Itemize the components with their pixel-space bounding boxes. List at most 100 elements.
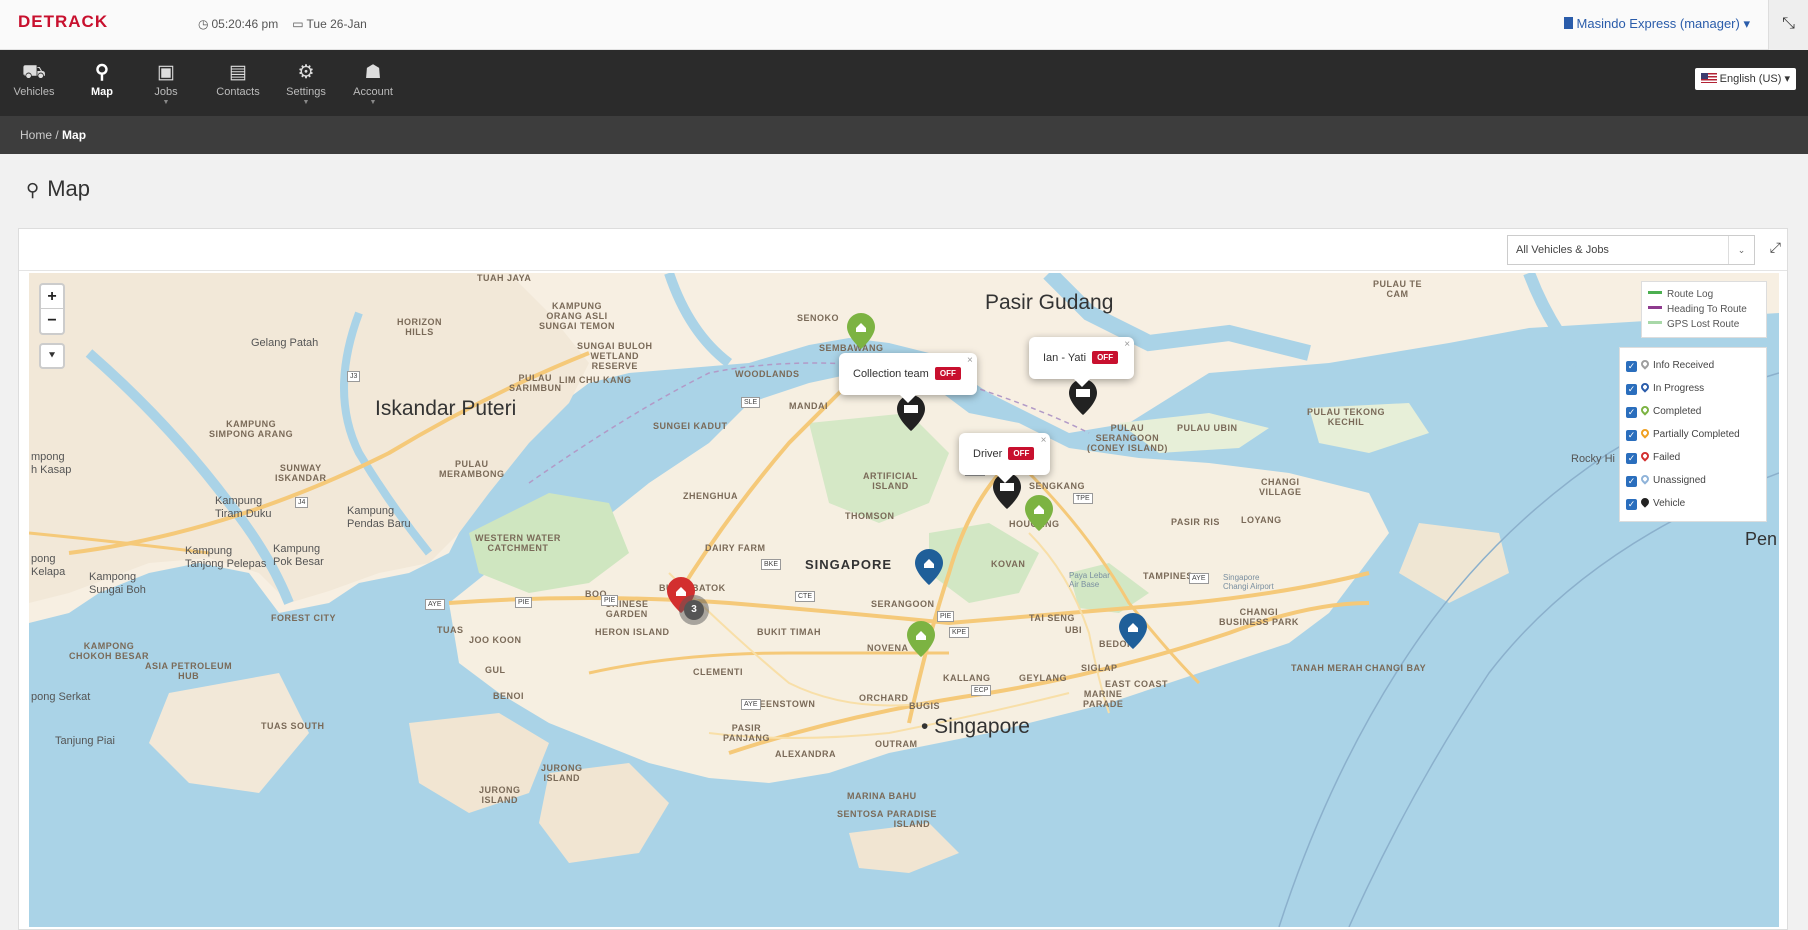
legend-row: Route Log bbox=[1648, 287, 1760, 302]
district-label: TANAH MERAH bbox=[1291, 663, 1363, 673]
map-label-pong-kelapa: pong Kelapa bbox=[31, 553, 66, 578]
district-label: LOYANG bbox=[1241, 515, 1282, 525]
map-label-pasir-gudang: Pasir Gudang bbox=[985, 291, 1114, 314]
account-menu[interactable]: Masindo Express (manager) ▾ bbox=[1563, 16, 1750, 32]
marker-in-progress[interactable] bbox=[915, 549, 943, 585]
checkbox[interactable]: ✓ bbox=[1626, 476, 1637, 487]
nav-vehicles[interactable]: ⛟ Vehicles bbox=[0, 50, 68, 116]
vehicle-job-filter[interactable]: All Vehicles & Jobs ⌄ bbox=[1507, 235, 1755, 265]
page-title-text: Map bbox=[47, 176, 90, 201]
district-label: SIGLAP bbox=[1081, 663, 1118, 673]
nav-account[interactable]: ☗ Account ▼ bbox=[344, 50, 402, 116]
popup-collection-team[interactable]: Collection team OFF × bbox=[839, 353, 977, 403]
marker-icon bbox=[1639, 473, 1651, 485]
account-name: Masindo Express (manager) bbox=[1576, 16, 1740, 31]
district-label: TUAS bbox=[437, 625, 464, 635]
marker-completed[interactable] bbox=[907, 621, 935, 657]
district-label: CHANGI BAY bbox=[1365, 663, 1427, 673]
nav-label: Settings bbox=[286, 86, 326, 98]
popup-vehicle-name: Collection team bbox=[853, 368, 929, 380]
popup-vehicle-name: Ian - Yati bbox=[1043, 352, 1087, 364]
map-fullscreen-button[interactable]: ⤢ bbox=[1770, 239, 1781, 256]
legend-filter-in-progress[interactable]: ✓ In Progress bbox=[1626, 377, 1760, 400]
expand-icon: ⤡ bbox=[1782, 15, 1795, 32]
district-label: PASIR RIS bbox=[1171, 517, 1220, 527]
close-icon[interactable]: × bbox=[1124, 324, 1130, 366]
district-label: ORCHARD bbox=[859, 693, 909, 703]
district-label: FOREST CITY bbox=[271, 613, 337, 623]
current-date: Tue 26-Jan bbox=[306, 17, 367, 31]
zoom-in-button[interactable]: + bbox=[41, 285, 63, 309]
marker-completed[interactable] bbox=[847, 313, 875, 349]
status-badge: OFF bbox=[1008, 447, 1035, 460]
district-label: SUNWAY ISKANDAR bbox=[275, 463, 327, 483]
nav-jobs[interactable]: ▣ Jobs ▼ bbox=[140, 50, 192, 116]
district-label: GUL bbox=[485, 665, 506, 675]
breadcrumb-home[interactable]: Home bbox=[20, 128, 52, 142]
legend-filter-unassigned[interactable]: ✓ Unassigned bbox=[1626, 469, 1760, 492]
district-label: TAI SENG bbox=[1029, 613, 1075, 623]
popup-ian-yati[interactable]: Ian - Yati OFF × bbox=[1029, 337, 1135, 387]
district-label: KAMPUNG ORANG ASLI SUNGAI TEMON bbox=[539, 301, 616, 331]
district-label: CHANGI VILLAGE bbox=[1259, 477, 1302, 497]
nav-label: Account bbox=[353, 86, 393, 98]
district-label: PULAU MERAMBONG bbox=[439, 459, 505, 479]
close-icon[interactable]: × bbox=[1041, 420, 1047, 462]
road-shield: PIE bbox=[515, 597, 533, 608]
close-icon[interactable]: × bbox=[967, 340, 973, 382]
nav-contacts[interactable]: ▤ Contacts bbox=[208, 50, 268, 116]
district-label: EAST COAST bbox=[1105, 679, 1169, 689]
checkbox[interactable]: ✓ bbox=[1626, 384, 1637, 395]
language-select[interactable]: English (US) ▾ bbox=[1694, 68, 1796, 90]
district-label: JURONG ISLAND bbox=[541, 763, 583, 783]
car-icon: ⛟ bbox=[22, 62, 46, 83]
legend-filter-vehicle[interactable]: ✓ Vehicle bbox=[1626, 492, 1760, 515]
map-label-changi-airport: Singapore Changi Airport bbox=[1223, 573, 1274, 591]
district-label: PASIR PANJANG bbox=[723, 723, 770, 743]
legend-filter-completed[interactable]: ✓ Completed bbox=[1626, 400, 1760, 423]
checkbox[interactable]: ✓ bbox=[1626, 453, 1637, 464]
district-label: SENOKO bbox=[797, 313, 840, 323]
district-label: HORIZON HILLS bbox=[397, 317, 442, 337]
marker-in-progress[interactable] bbox=[1119, 613, 1147, 649]
current-time: 05:20:46 pm bbox=[211, 17, 279, 31]
map-canvas[interactable]: Pasir Gudang Iskandar Puteri • Singapore… bbox=[29, 273, 1779, 927]
route-line-swatch bbox=[1648, 321, 1662, 324]
map-label-kampung-tiram-duku: Kampung Tiram Duku bbox=[215, 495, 272, 520]
zoom-out-button[interactable]: − bbox=[41, 309, 63, 333]
road-shield: J4 bbox=[295, 497, 309, 508]
district-label: MARINA BAHU bbox=[847, 791, 917, 801]
checkbox[interactable]: ✓ bbox=[1626, 361, 1637, 372]
legend-filter-failed[interactable]: ✓ Failed bbox=[1626, 446, 1760, 469]
legend-filter-partially-completed[interactable]: ✓ Partially Completed bbox=[1626, 423, 1760, 446]
district-label: TUAH JAYA bbox=[477, 273, 532, 283]
road-shield: CTE bbox=[795, 591, 815, 602]
district-label: ZHENGHUA bbox=[683, 491, 738, 501]
fullscreen-button[interactable]: ⤡ bbox=[1768, 0, 1808, 50]
map-label-kampung-pok-besar: Kampung Pok Besar bbox=[273, 543, 324, 568]
district-label: TAMPINES bbox=[1143, 571, 1193, 581]
district-label: PULAU TEKONG KECHIL bbox=[1307, 407, 1385, 427]
calendar-icon: ▭ bbox=[292, 17, 304, 31]
popup-vehicle-name: Driver bbox=[973, 448, 1003, 460]
status-badge: OFF bbox=[1092, 351, 1119, 364]
legend-row: Heading To Route bbox=[1648, 302, 1760, 317]
road-shield: KPE bbox=[949, 627, 970, 638]
detrack-logo[interactable]: DETRACK bbox=[18, 12, 108, 32]
briefcase-icon: ▣ bbox=[157, 62, 175, 83]
nav-settings[interactable]: ⚙ Settings ▼ bbox=[276, 50, 336, 116]
nav-map[interactable]: ⚲ Map bbox=[72, 50, 132, 116]
checkbox[interactable]: ✓ bbox=[1626, 407, 1637, 418]
marker-icon bbox=[1639, 496, 1651, 508]
checkbox[interactable]: ✓ bbox=[1626, 430, 1637, 441]
popup-driver[interactable]: Driver OFF × bbox=[959, 433, 1051, 483]
marker-completed[interactable] bbox=[1025, 495, 1053, 531]
map-card-header: All Vehicles & Jobs ⌄ ⤢ bbox=[19, 229, 1787, 271]
marker-cluster[interactable]: 3 bbox=[679, 595, 709, 625]
district-label: TUAS SOUTH bbox=[261, 721, 325, 731]
book-icon: ▤ bbox=[229, 62, 247, 83]
status-badge: OFF bbox=[934, 367, 961, 380]
checkbox[interactable]: ✓ bbox=[1626, 499, 1637, 510]
map-tool-button[interactable]: ⯆ bbox=[39, 343, 65, 369]
legend-filter-info-received[interactable]: ✓ Info Received bbox=[1626, 354, 1760, 377]
